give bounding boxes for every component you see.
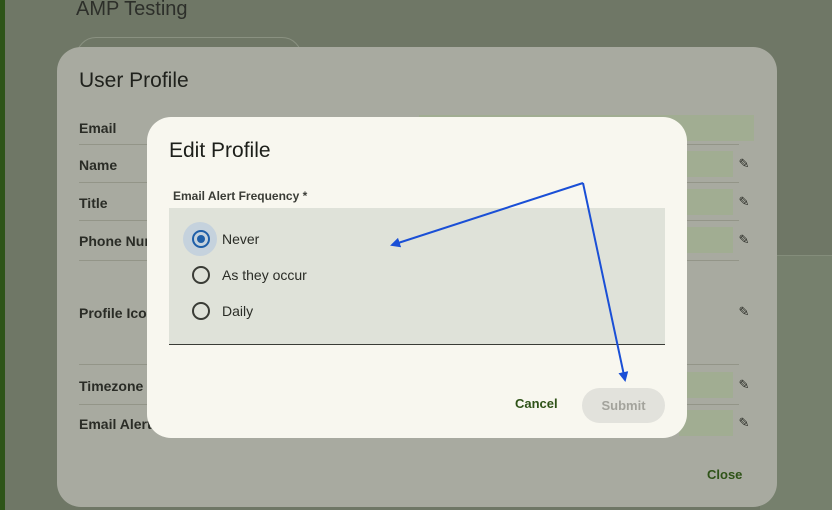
email-alert-frequency-radio-group: Never As they occur Daily: [169, 208, 665, 345]
radio-option-as-they-occur[interactable]: As they occur: [169, 259, 665, 291]
profile-label-icon: Profile Icor: [79, 305, 153, 321]
profile-dialog-title: User Profile: [79, 69, 189, 92]
timezone-value-field: [679, 372, 733, 398]
edit-icon[interactable]: ✎: [737, 195, 751, 209]
radio-option-never[interactable]: Never: [169, 222, 665, 256]
title-value-field: [679, 189, 733, 215]
edit-icon[interactable]: ✎: [737, 157, 751, 171]
profile-label-email: Email: [79, 120, 117, 136]
radio-label-daily: Daily: [222, 303, 254, 319]
cancel-button[interactable]: Cancel: [515, 396, 558, 411]
submit-button[interactable]: Submit: [582, 388, 665, 423]
radio-selected-icon[interactable]: [192, 230, 210, 248]
radio-unselected-icon[interactable]: [192, 302, 210, 320]
email-alert-frequency-label: Email Alert Frequency *: [173, 189, 308, 203]
profile-label-title: Title: [79, 195, 108, 211]
edit-icon[interactable]: ✎: [737, 416, 751, 430]
radio-label-never: Never: [222, 231, 260, 247]
profile-label-phone: Phone Nur: [79, 233, 150, 249]
radio-dot: [197, 235, 205, 243]
radio-label-as-they-occur: As they occur: [222, 267, 307, 283]
edit-dialog-title: Edit Profile: [169, 139, 271, 162]
edit-icon[interactable]: ✎: [737, 305, 751, 319]
radio-option-daily[interactable]: Daily: [169, 295, 665, 327]
radio-unselected-icon[interactable]: [192, 266, 210, 284]
profile-label-email-alert: Email Alert: [79, 416, 152, 432]
edit-icon[interactable]: ✎: [737, 378, 751, 392]
edit-icon[interactable]: ✎: [737, 233, 751, 247]
phone-value-field: [679, 227, 733, 253]
profile-label-name: Name: [79, 157, 118, 173]
profile-label-timezone: Timezone: [79, 378, 144, 394]
email-alert-value-field: [679, 410, 733, 436]
close-button[interactable]: Close: [707, 467, 742, 482]
edit-profile-dialog: Edit Profile Email Alert Frequency * Nev…: [147, 117, 687, 438]
name-value-field: [679, 151, 733, 177]
left-accent-bar: [0, 0, 5, 510]
app-title: AMP Testing: [76, 0, 188, 20]
